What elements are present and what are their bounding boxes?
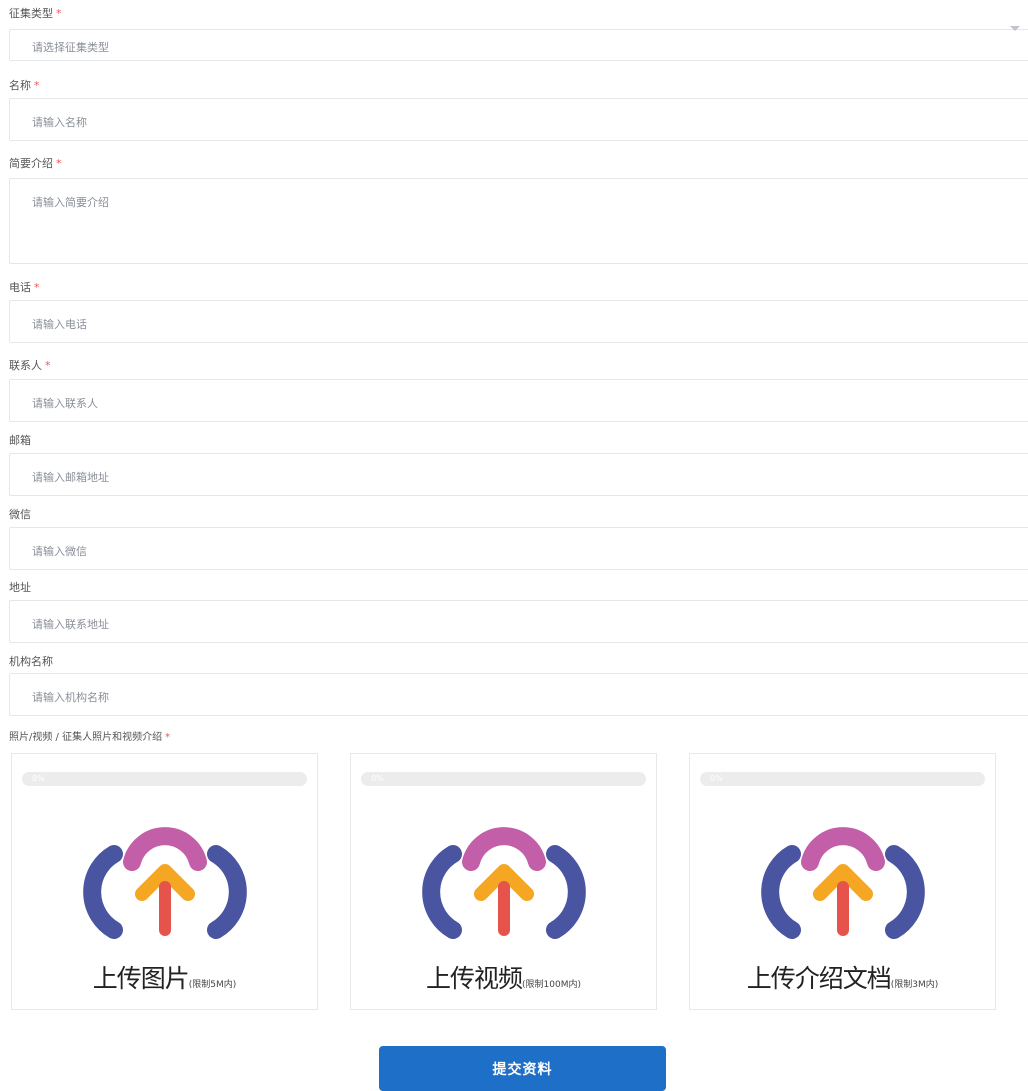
address-label: 地址 [9, 581, 31, 595]
email-label: 邮箱 [9, 434, 31, 448]
required-mark: * [34, 281, 40, 294]
upload-progress-bar: 0% [361, 772, 646, 786]
org-label: 机构名称 [9, 655, 53, 669]
upload-progress-bar: 0% [700, 772, 985, 786]
upload-caption: 上传介绍文档(限制3M内) [690, 959, 995, 995]
name-input-placeholder: 请输入名称 [32, 116, 87, 129]
type-label: 征集类型 * [9, 7, 62, 21]
media-label-text: 照片/视频 / 征集人照片和视频介绍 [9, 732, 163, 743]
intro-label-text: 简要介绍 [9, 157, 53, 170]
required-mark: * [34, 79, 40, 92]
cloud-upload-icon [422, 827, 586, 939]
upload-title: 上传介绍文档 [746, 964, 892, 993]
upload-progress-text: 0% [371, 774, 384, 783]
org-label-text: 机构名称 [9, 655, 53, 668]
media-label: 照片/视频 / 征集人照片和视频介绍 * [9, 731, 170, 745]
upload-progress-bar: 0% [22, 772, 307, 786]
phone-label: 电话 * [9, 281, 40, 295]
submit-button[interactable]: 提交资料 [379, 1046, 666, 1091]
upload-progress-text: 0% [32, 774, 45, 783]
upload-limit: (限制3M内) [890, 980, 939, 990]
wechat-label-text: 微信 [9, 508, 31, 521]
required-mark: * [45, 359, 51, 372]
intro-label: 简要介绍 * [9, 157, 62, 171]
upload-limit: (限制5M内) [188, 980, 237, 990]
address-input[interactable]: 请输入联系地址 [9, 600, 1028, 643]
org-input[interactable]: 请输入机构名称 [9, 673, 1028, 716]
name-label-text: 名称 [9, 79, 31, 92]
contact-label: 联系人 * [9, 359, 51, 373]
phone-input[interactable]: 请输入电话 [9, 300, 1028, 343]
type-label-text: 征集类型 [9, 7, 53, 20]
wechat-input[interactable]: 请输入微信 [9, 527, 1028, 570]
email-input-placeholder: 请输入邮箱地址 [32, 471, 109, 484]
contact-label-text: 联系人 [9, 359, 42, 372]
type-select-placeholder: 请选择征集类型 [32, 41, 109, 54]
upload-caption: 上传图片(限制5M内) [12, 959, 317, 995]
upload-limit: (限制100M内) [522, 980, 581, 990]
upload-title: 上传视频 [426, 964, 523, 993]
upload-document-card[interactable]: 0% 上传介绍文档(限制3M内) [689, 753, 996, 1010]
email-label-text: 邮箱 [9, 434, 31, 447]
phone-input-placeholder: 请输入电话 [32, 318, 87, 331]
intro-textarea[interactable]: 请输入简要介绍 [9, 178, 1028, 264]
required-mark: * [56, 157, 62, 170]
address-label-text: 地址 [9, 581, 31, 594]
required-mark: * [56, 7, 62, 20]
upload-video-card[interactable]: 0% 上传视频(限制100M内) [350, 753, 657, 1010]
upload-title: 上传图片 [92, 964, 190, 993]
org-input-placeholder: 请输入机构名称 [32, 691, 109, 704]
cloud-upload-icon [83, 827, 247, 939]
email-input[interactable]: 请输入邮箱地址 [9, 453, 1028, 496]
phone-label-text: 电话 [9, 281, 31, 294]
required-mark: * [165, 732, 171, 743]
wechat-label: 微信 [9, 508, 31, 522]
contact-input[interactable]: 请输入联系人 [9, 379, 1028, 422]
name-label: 名称 * [9, 79, 40, 93]
upload-image-card[interactable]: 0% 上传图片(限制5M内) [11, 753, 318, 1010]
address-input-placeholder: 请输入联系地址 [32, 618, 109, 631]
cloud-upload-icon [761, 827, 925, 939]
type-select[interactable]: 请选择征集类型 [9, 29, 1028, 61]
upload-caption: 上传视频(限制100M内) [351, 959, 656, 995]
contact-input-placeholder: 请输入联系人 [32, 397, 98, 410]
upload-progress-text: 0% [710, 774, 723, 783]
name-input[interactable]: 请输入名称 [9, 98, 1028, 141]
chevron-down-icon[interactable] [1010, 26, 1020, 31]
wechat-input-placeholder: 请输入微信 [32, 545, 87, 558]
intro-textarea-placeholder: 请输入简要介绍 [32, 196, 109, 209]
